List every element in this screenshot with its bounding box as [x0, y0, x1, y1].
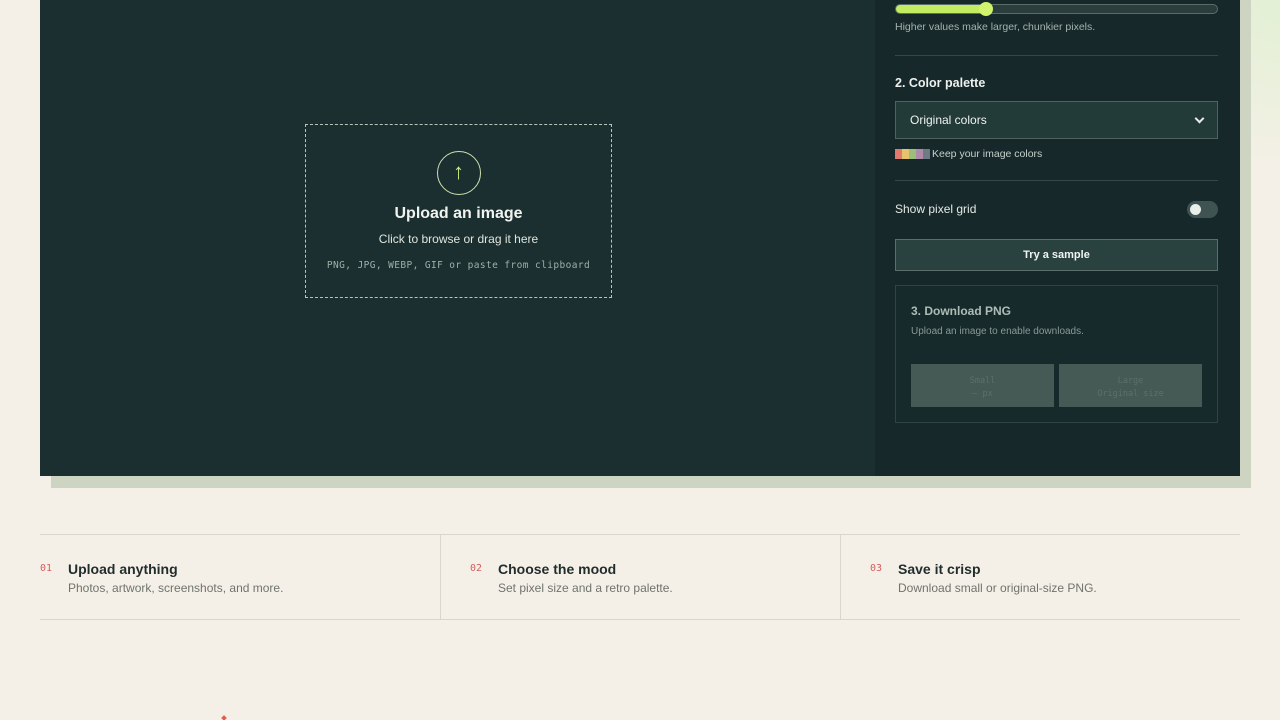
download-note: Upload an image to enable downloads. [911, 326, 1084, 337]
pixel-size-slider[interactable] [895, 2, 1218, 16]
feature-number: 03 [870, 563, 883, 574]
palette-swatches [895, 149, 930, 159]
upload-subtitle: Click to browse or drag it here [378, 232, 539, 246]
app-window: ↑ Upload an image Click to browse or dra… [40, 0, 1240, 476]
preview-stage: ↑ Upload an image Click to browse or dra… [40, 0, 875, 476]
download-small-label: Small [969, 376, 996, 386]
palette-select[interactable]: Original colors [895, 101, 1218, 139]
palette-swatch [895, 149, 902, 159]
upload-title: Upload an image [394, 205, 523, 222]
palette-swatch [902, 149, 909, 159]
feature-number: 01 [40, 563, 53, 574]
palette-swatch [923, 149, 930, 159]
settings-panel: Higher values make larger, chunkier pixe… [875, 0, 1240, 476]
download-large-button[interactable]: Large Original size [1059, 364, 1202, 407]
section-divider [895, 55, 1218, 56]
pixel-size-hint: Higher values make larger, chunkier pixe… [895, 21, 1096, 33]
feature-item: 01 Upload anything Photos, artwork, scre… [40, 535, 440, 619]
download-large-label: Large [1117, 376, 1144, 386]
pixel-size-slider-thumb[interactable] [978, 2, 993, 16]
palette-select-value: Original colors [910, 113, 987, 127]
feature-title: Save it crisp [898, 561, 981, 577]
download-large-size: Original size [1097, 389, 1164, 399]
upload-dropzone[interactable]: ↑ Upload an image Click to browse or dra… [305, 124, 612, 298]
pixel-grid-toggle[interactable] [1187, 201, 1218, 218]
feature-item: 02 Choose the mood Set pixel size and a … [440, 535, 840, 619]
pixel-size-slider-fill [896, 5, 986, 13]
feature-description: Photos, artwork, screenshots, and more. [68, 581, 284, 595]
upload-arrow-icon: ↑ [436, 151, 481, 195]
download-title: 3. Download PNG [911, 304, 1012, 318]
download-small-size: — px [972, 389, 993, 399]
decorative-mark [221, 715, 227, 720]
chevron-down-icon [1194, 113, 1205, 124]
pixel-grid-label: Show pixel grid [895, 202, 977, 216]
palette-section-title: 2. Color palette [895, 76, 986, 90]
palette-swatch [909, 149, 916, 159]
pixel-grid-toggle-knob [1190, 204, 1201, 215]
upload-formats: PNG, JPG, WEBP, GIF or paste from clipbo… [326, 260, 591, 271]
download-section: 3. Download PNG Upload an image to enabl… [895, 285, 1218, 423]
palette-note: Keep your image colors [932, 148, 1043, 160]
try-sample-button[interactable]: Try a sample [895, 239, 1218, 271]
feature-description: Set pixel size and a retro palette. [498, 581, 673, 595]
download-small-button[interactable]: Small — px [911, 364, 1054, 407]
feature-title: Upload anything [68, 561, 178, 577]
feature-title: Choose the mood [498, 561, 617, 577]
feature-strip: 01 Upload anything Photos, artwork, scre… [40, 534, 1240, 620]
feature-number: 02 [470, 563, 483, 574]
section-divider [895, 180, 1218, 181]
feature-description: Download small or original-size PNG. [898, 581, 1097, 595]
feature-item: 03 Save it crisp Download small or origi… [840, 535, 1240, 619]
palette-swatch [916, 149, 923, 159]
